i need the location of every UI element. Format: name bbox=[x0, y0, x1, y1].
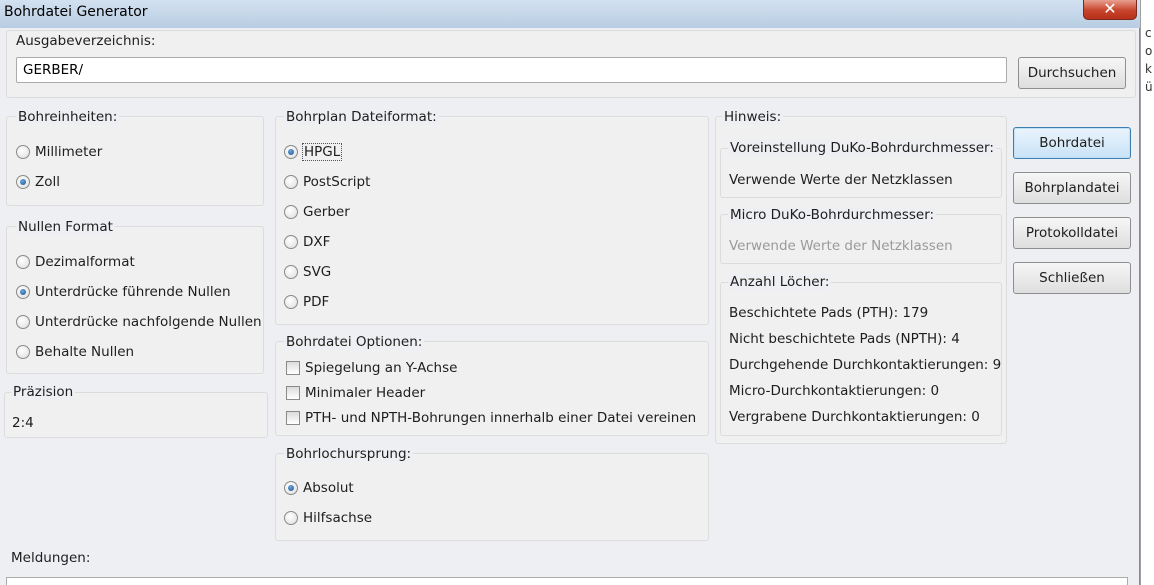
option-label: Absolut bbox=[303, 480, 354, 496]
option-label: Unterdrücke führende Nullen bbox=[35, 284, 231, 300]
hole-count-line: Beschichtete Pads (PTH): 179 bbox=[729, 305, 929, 321]
hole-count-line: Nicht beschichtete Pads (NPTH): 4 bbox=[729, 331, 960, 347]
option-label: HPGL bbox=[302, 143, 343, 161]
radio-decimal-format[interactable] bbox=[16, 255, 30, 269]
background-letter: o bbox=[1145, 44, 1153, 58]
option-label: Millimeter bbox=[35, 144, 103, 160]
drill-file-button[interactable]: Bohrdatei bbox=[1013, 127, 1131, 159]
window-title: Bohrdatei Generator bbox=[4, 4, 148, 20]
close-window-button[interactable]: ✕ bbox=[1083, 0, 1137, 20]
option-label: DXF bbox=[303, 234, 331, 250]
radio-keep-zeros[interactable] bbox=[16, 345, 30, 359]
option-label: Unterdrücke nachfolgende Nullen bbox=[35, 314, 262, 330]
radio-hpgl[interactable] bbox=[284, 145, 298, 159]
option-label: Gerber bbox=[303, 204, 350, 220]
radio-absolute[interactable] bbox=[284, 481, 298, 495]
radio-postscript[interactable] bbox=[284, 175, 298, 189]
option-label: SVG bbox=[303, 264, 332, 280]
option-label: Minimaler Header bbox=[305, 385, 426, 401]
map-format-label: Bohrplan Dateiformat: bbox=[284, 109, 439, 125]
drill-units-label: Bohreinheiten: bbox=[16, 109, 120, 125]
hole-count-line: Durchgehende Durchkontaktierungen: 9 bbox=[729, 357, 1002, 373]
checkbox-mirror-y[interactable] bbox=[286, 361, 300, 375]
drill-origin-label: Bohrlochursprung: bbox=[284, 446, 414, 462]
option-label: Hilfsachse bbox=[303, 510, 373, 526]
default-via-value: Verwende Werte der Netzklassen bbox=[729, 172, 953, 188]
checkbox-minimal-header[interactable] bbox=[286, 386, 300, 400]
drill-origin-group bbox=[275, 453, 709, 541]
option-label: PostScript bbox=[303, 174, 371, 190]
micro-via-value: Verwende Werte der Netzklassen bbox=[729, 238, 953, 254]
background-letter: c bbox=[1145, 26, 1152, 40]
radio-millimeter[interactable] bbox=[16, 145, 30, 159]
output-directory-input[interactable] bbox=[16, 57, 1007, 83]
radio-dxf[interactable] bbox=[284, 235, 298, 249]
background-window-edge: c o k ü bbox=[1140, 0, 1154, 585]
radio-suppress-leading[interactable] bbox=[16, 285, 30, 299]
radio-inch[interactable] bbox=[16, 175, 30, 189]
option-label: Spiegelung an Y-Achse bbox=[305, 360, 458, 376]
radio-aux-axis[interactable] bbox=[284, 511, 298, 525]
option-label: Behalte Nullen bbox=[35, 344, 135, 360]
messages-textarea[interactable] bbox=[6, 577, 1128, 585]
background-letter: k bbox=[1145, 62, 1152, 76]
zero-format-label: Nullen Format bbox=[16, 219, 115, 235]
checkbox-merge-pth-npth[interactable] bbox=[286, 411, 300, 425]
report-file-button[interactable]: Protokolldatei bbox=[1013, 217, 1131, 249]
info-label: Hinweis: bbox=[722, 109, 784, 125]
radio-suppress-trailing[interactable] bbox=[16, 315, 30, 329]
close-button[interactable]: Schließen bbox=[1013, 262, 1131, 294]
hole-count-line: Micro-Durchkontaktierungen: 0 bbox=[729, 383, 940, 399]
radio-svg[interactable] bbox=[284, 265, 298, 279]
drill-file-dialog: Bohrdatei Generator ✕ Ausgabeverzeichnis… bbox=[0, 0, 1140, 585]
default-via-label: Voreinstellung DuKo-Bohrdurchmesser: bbox=[728, 140, 996, 156]
option-label: Dezimalformat bbox=[35, 254, 135, 270]
radio-pdf[interactable] bbox=[284, 295, 298, 309]
option-label: PTH- und NPTH-Bohrungen innerhalb einer … bbox=[305, 410, 697, 426]
output-directory-label: Ausgabeverzeichnis: bbox=[16, 33, 156, 49]
messages-label: Meldungen: bbox=[11, 550, 91, 566]
drill-options-label: Bohrdatei Optionen: bbox=[284, 334, 425, 350]
hole-count-line: Vergrabene Durchkontaktierungen: 0 bbox=[729, 409, 980, 425]
option-label: PDF bbox=[303, 294, 330, 310]
micro-via-label: Micro DuKo-Bohrdurchmesser: bbox=[728, 207, 937, 223]
precision-label: Präzision bbox=[11, 384, 76, 400]
browse-button[interactable]: Durchsuchen bbox=[1018, 57, 1126, 89]
map-file-button[interactable]: Bohrplandatei bbox=[1013, 172, 1131, 204]
drill-units-group bbox=[6, 116, 264, 206]
hole-count-label: Anzahl Löcher: bbox=[728, 274, 832, 290]
option-label: Zoll bbox=[35, 174, 61, 190]
title-bar: Bohrdatei Generator bbox=[0, 0, 1140, 28]
precision-value: 2:4 bbox=[12, 415, 34, 431]
background-letter: ü bbox=[1145, 80, 1153, 94]
radio-gerber[interactable] bbox=[284, 205, 298, 219]
